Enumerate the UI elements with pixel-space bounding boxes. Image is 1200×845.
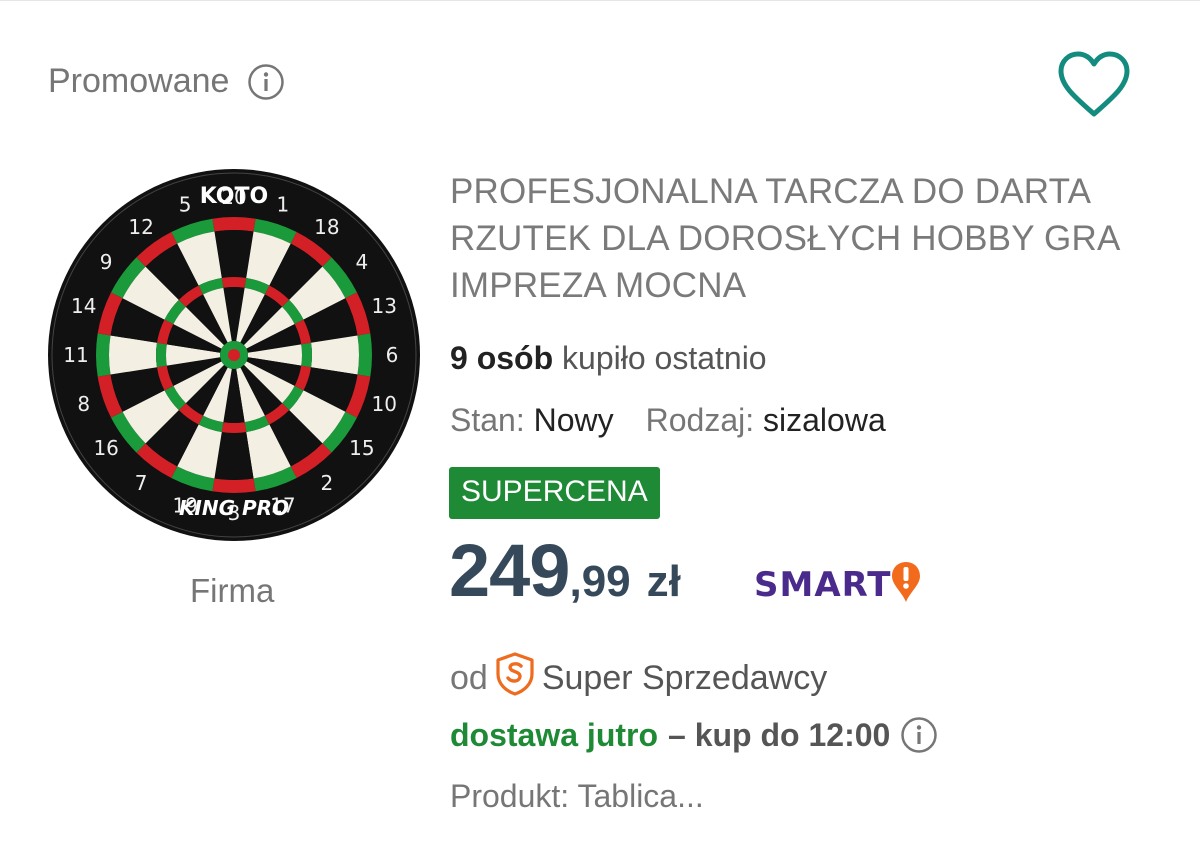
treble-segment — [301, 342, 313, 368]
param-label: Rodzaj: — [645, 402, 755, 438]
treble-segment — [221, 277, 247, 288]
promoted-row: Promowane — [48, 62, 285, 101]
smart-label: SMART — [754, 564, 892, 605]
price-currency: zł — [646, 557, 681, 606]
board-number: 15 — [349, 436, 374, 460]
board-number: 2 — [321, 471, 334, 495]
board-number: 10 — [372, 392, 397, 416]
board-number: 7 — [135, 471, 148, 495]
price: 249 ,99 zł — [449, 528, 681, 613]
seller-type-label: Firma — [190, 572, 275, 609]
board-number: 13 — [372, 294, 397, 318]
product-image-dartboard[interactable]: 20 1 18 4 13 6 10 15 2 17 3 19 7 16 8 11 14 9 12 5 KOTO KING … — [44, 165, 424, 545]
seller-name-link[interactable]: Super Sprzedawcy — [542, 659, 827, 698]
double-segment — [212, 478, 256, 493]
price-decimal: ,99 — [569, 557, 631, 606]
super-seller-icon — [494, 652, 536, 705]
delivery-deadline: – kup do 12:00 — [668, 716, 891, 753]
seller-prefix: od — [450, 659, 488, 697]
double-segment — [96, 333, 111, 377]
param-type: Rodzaj: sizalowa — [646, 402, 886, 439]
board-number: 11 — [63, 343, 88, 367]
treble-segment — [221, 422, 247, 434]
delivery-info-icon[interactable] — [900, 716, 938, 754]
board-number: 5 — [179, 193, 192, 217]
supercena-badge: SUPERCENA — [449, 467, 660, 519]
board-number: 4 — [355, 250, 368, 274]
treble-segment — [156, 342, 167, 368]
smart-logo: SMART — [754, 560, 921, 609]
board-brand-bottom: KING PRO — [179, 496, 289, 520]
board-brand-top: KOTO — [200, 184, 268, 209]
buyers-text: kupiło ostatnio — [562, 340, 767, 376]
product-param-line: Produkt: Tablica... — [450, 778, 704, 814]
board-number: 14 — [71, 294, 96, 318]
delivery-highlight: dostawa jutro — [450, 716, 659, 753]
board-number: 1 — [276, 193, 289, 217]
board-number: 8 — [77, 392, 90, 416]
recent-buyers: 9 osób kupiło ostatnio — [450, 340, 767, 377]
board-number: 12 — [128, 215, 153, 239]
board-number: 6 — [386, 343, 399, 367]
smart-exclamation-icon — [891, 560, 921, 609]
promoted-label: Promowane — [48, 62, 230, 100]
product-params: Stan: Nowy Rodzaj: sizalowa — [450, 402, 886, 439]
bullseye — [228, 349, 240, 361]
param-label: Stan: — [450, 402, 525, 438]
board-number: 16 — [93, 436, 118, 460]
param-value: sizalowa — [763, 402, 886, 438]
favorite-heart-icon[interactable] — [1056, 50, 1132, 120]
double-segment — [357, 333, 372, 377]
buyers-count: 9 osób — [450, 340, 554, 376]
price-integer: 249 — [449, 529, 570, 612]
param-value: Nowy — [533, 402, 614, 438]
board-number: 18 — [314, 215, 339, 239]
top-divider — [0, 0, 1200, 1]
double-segment — [212, 217, 256, 232]
seller-info: od Super Sprzedawcy — [450, 652, 827, 705]
delivery-info: dostawa jutro – kup do 12:00 — [450, 716, 938, 754]
board-number: 9 — [100, 250, 113, 274]
product-title-link[interactable]: PROFESJONALNA TARCZA DO DARTA RZUTEK DLA… — [450, 168, 1170, 309]
param-condition: Stan: Nowy — [450, 402, 614, 439]
info-icon[interactable] — [247, 63, 285, 101]
